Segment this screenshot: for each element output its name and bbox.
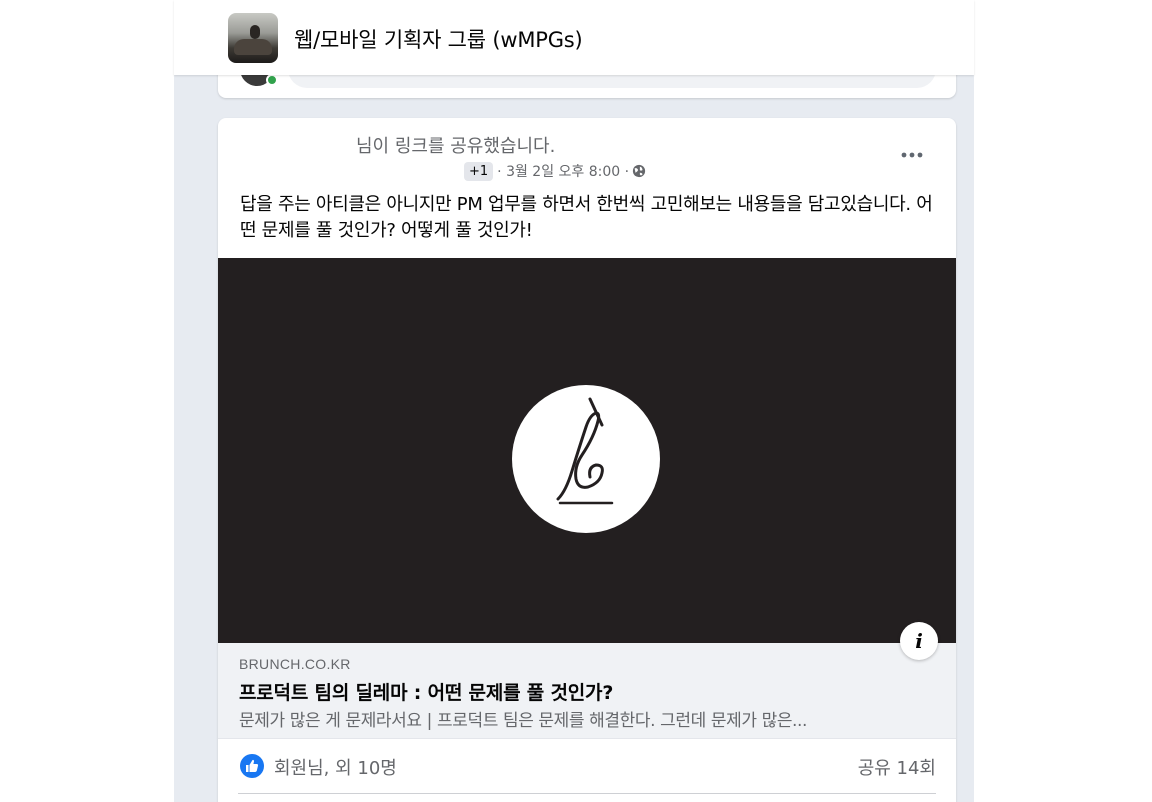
- link-preview-image[interactable]: [218, 258, 956, 643]
- plus-badge[interactable]: +1: [464, 161, 494, 181]
- link-domain: BRUNCH.CO.KR: [239, 656, 351, 672]
- group-title[interactable]: 웹/모바일 기획자 그룹 (wMPGs): [294, 24, 583, 54]
- more-icon: [901, 152, 923, 158]
- post-headline: 님이 링크를 공유했습니다.: [356, 136, 556, 157]
- link-title[interactable]: 프로덕트 팀의 딜레마 : 어떤 문제를 풀 것인가?: [239, 678, 613, 705]
- post-card: 님이 링크를 공유했습니다. +1 · 3월 2일 오후 8:00 · 답을 주…: [218, 118, 956, 802]
- group-avatar[interactable]: [228, 13, 278, 63]
- action-divider: [238, 793, 936, 794]
- post-timestamp[interactable]: · 3월 2일 오후 8:00 ·: [497, 161, 629, 181]
- like-icon[interactable]: [240, 754, 264, 778]
- post-meta: +1 · 3월 2일 오후 8:00 ·: [464, 160, 646, 182]
- reaction-summary[interactable]: 회원님, 외 10명: [274, 754, 397, 780]
- brunch-logo-icon: [512, 385, 660, 533]
- link-preview[interactable]: BRUNCH.CO.KR 프로덕트 팀의 딜레마 : 어떤 문제를 풀 것인가?…: [218, 643, 956, 739]
- more-options-button[interactable]: [894, 140, 930, 170]
- group-header: 웹/모바일 기획자 그룹 (wMPGs): [174, 0, 974, 75]
- share-count[interactable]: 공유 14회: [858, 754, 936, 780]
- link-description: 문제가 많은 게 문제라서요 | 프로덕트 팀은 문제를 해결한다. 그런데 문…: [239, 711, 808, 731]
- info-icon: i: [915, 629, 923, 653]
- online-status-dot: [266, 74, 278, 86]
- reactions-row: 회원님, 외 10명 공유 14회: [218, 739, 956, 793]
- globe-icon: [632, 164, 646, 178]
- info-button[interactable]: i: [900, 622, 938, 660]
- post-text: 답을 주는 아티클은 아니지만 PM 업무를 하면서 한번씩 고민해보는 내용들…: [240, 194, 933, 241]
